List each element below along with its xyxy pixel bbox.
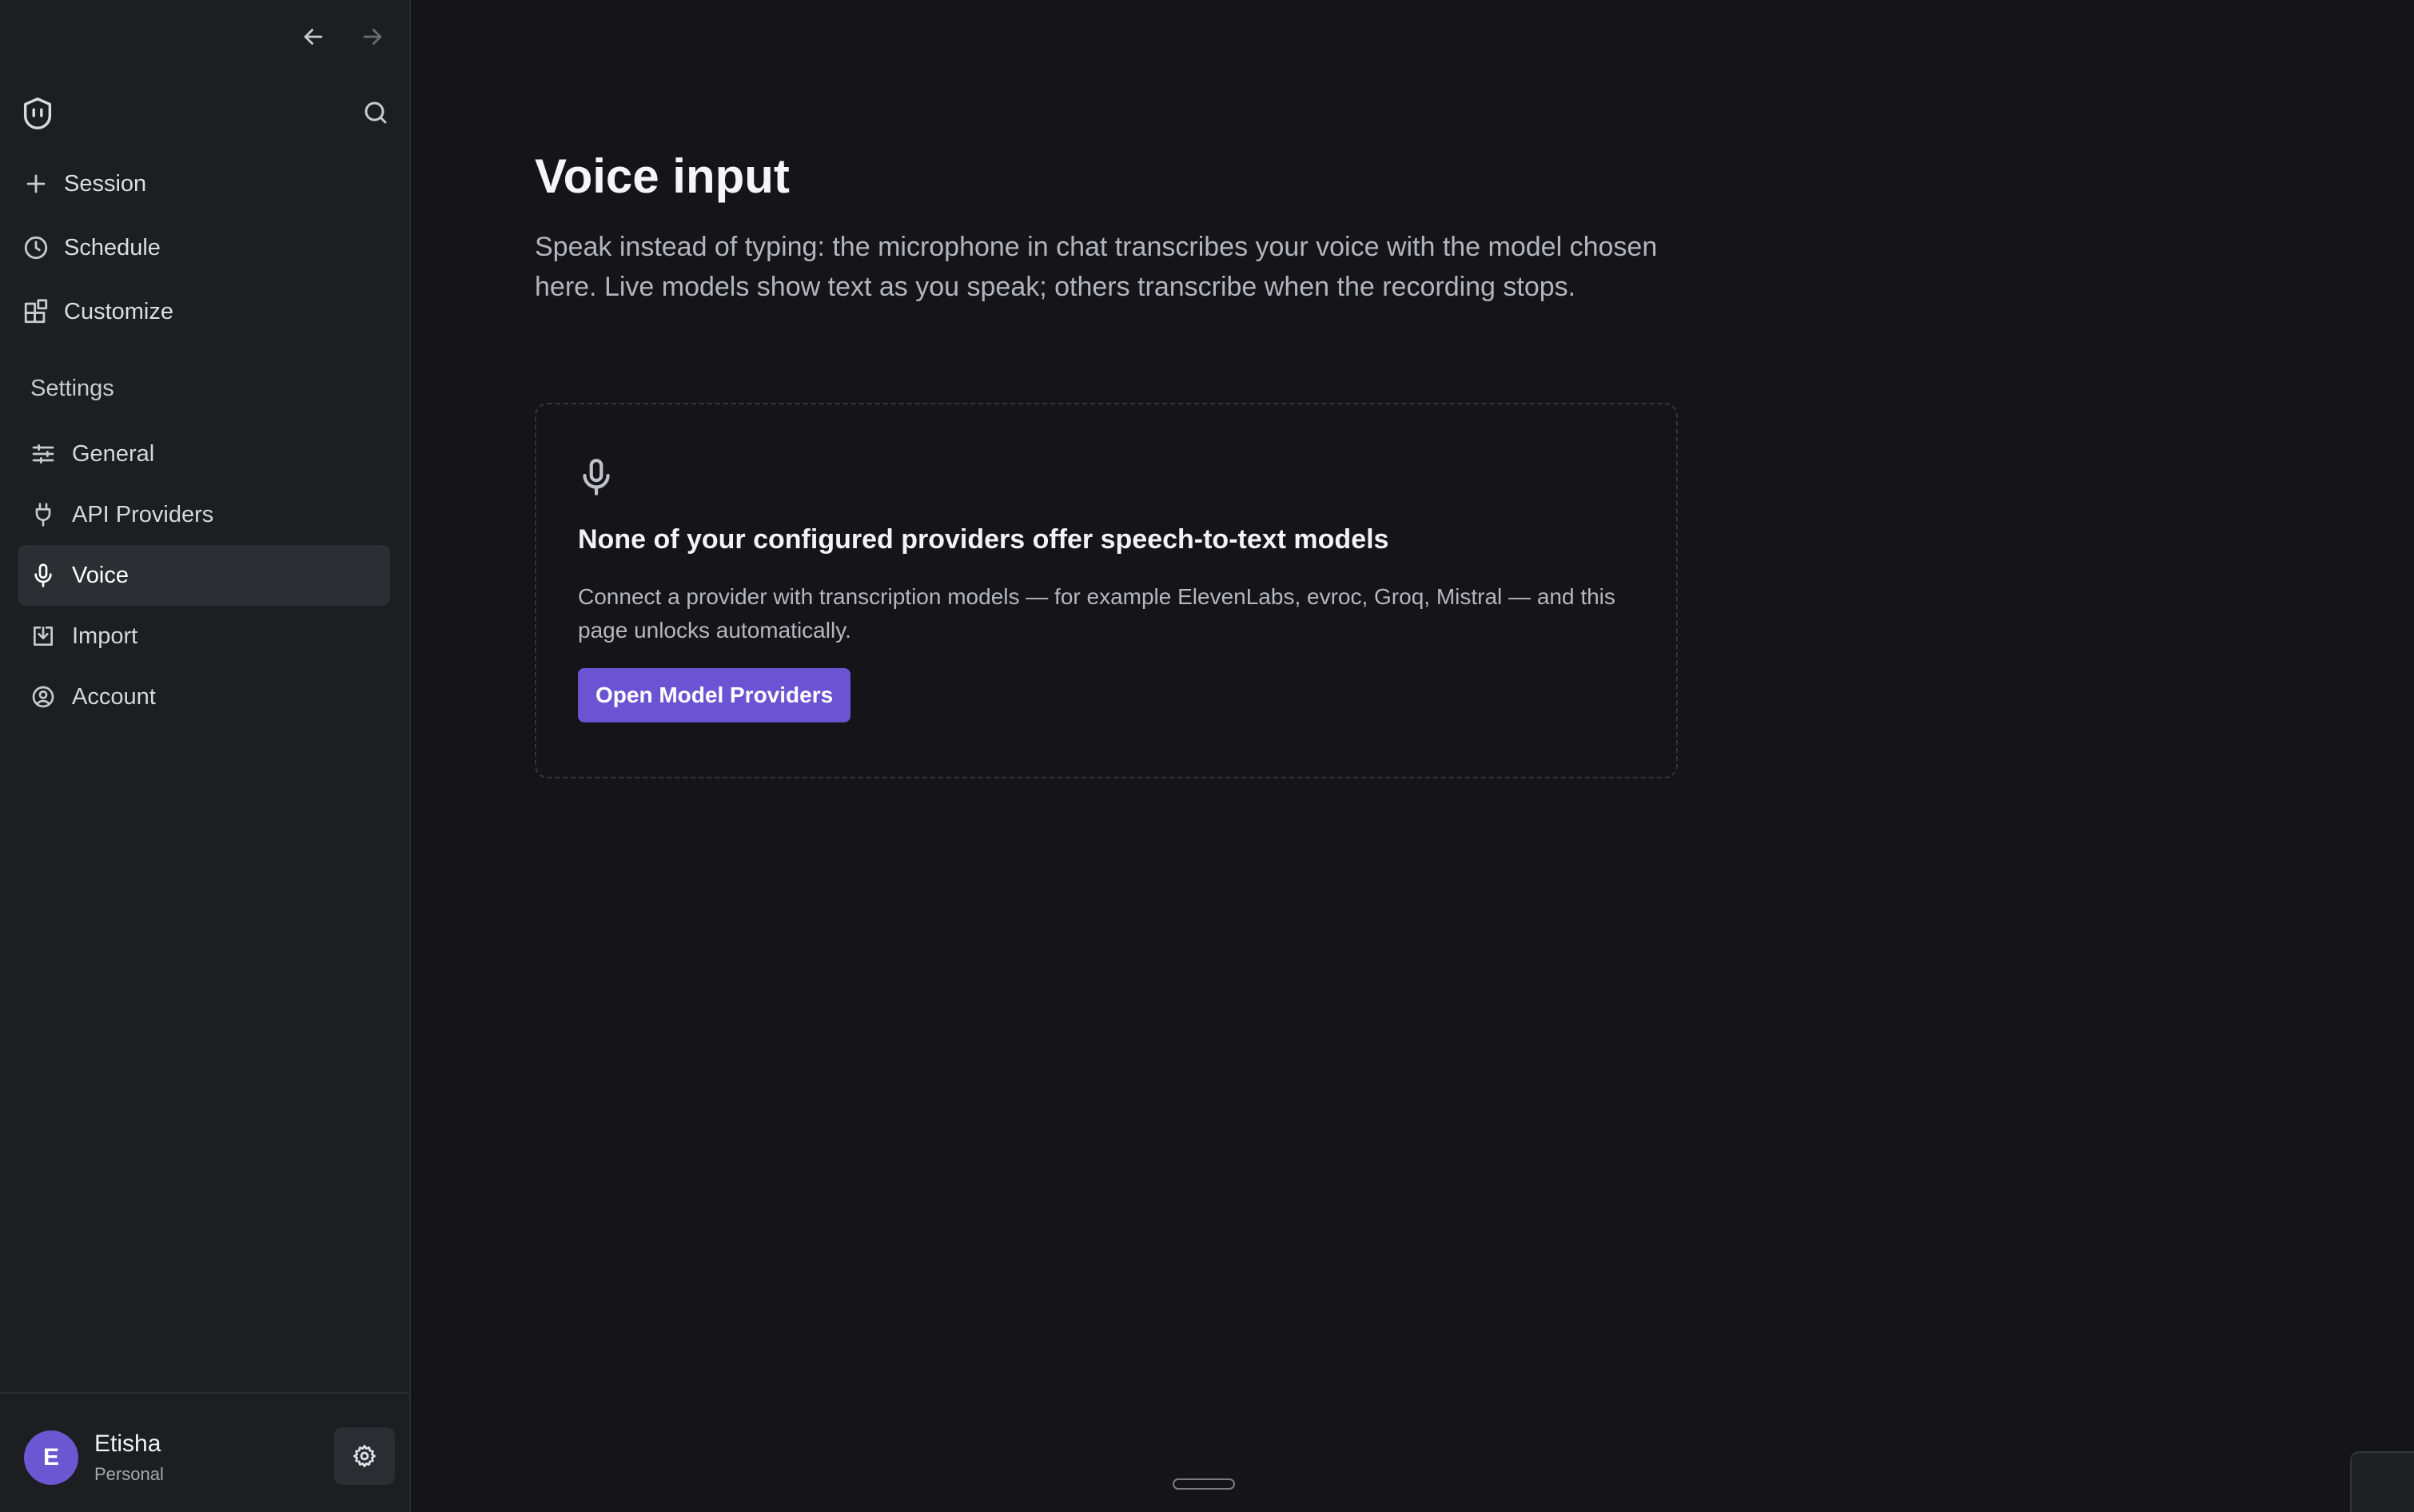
drag-handle[interactable]: [1173, 1478, 1235, 1490]
search-icon[interactable]: [361, 98, 390, 131]
settings-item-label: Voice: [72, 562, 129, 588]
plug-icon: [35, 503, 51, 527]
robot-logo-icon[interactable]: [19, 94, 56, 135]
back-arrow-icon[interactable]: [296, 19, 331, 54]
settings-item-label: General: [72, 440, 155, 467]
gear-icon: [353, 1445, 376, 1467]
user-profile: E Etisha Personal: [0, 1392, 409, 1512]
settings-item-voice[interactable]: Voice: [18, 545, 390, 606]
sidebar: Session Schedule Customize Settings Gene…: [0, 0, 411, 1512]
settings-item-general[interactable]: General: [18, 424, 390, 484]
settings-nav: General API Providers Voice Import Accou…: [18, 424, 390, 727]
empty-state-card: None of your configured providers offer …: [535, 403, 1678, 778]
history-navigation: [296, 19, 390, 54]
app-window: Session Schedule Customize Settings Gene…: [0, 0, 2414, 1512]
settings-item-label: Import: [72, 623, 138, 649]
nav-item-session[interactable]: Session: [16, 152, 390, 216]
sliders-icon: [32, 444, 54, 464]
empty-state-description: Connect a provider with transcription mo…: [578, 584, 1615, 643]
nav-item-label: Schedule: [64, 234, 161, 261]
import-icon: [34, 627, 53, 646]
settings-item-import[interactable]: Import: [18, 606, 390, 666]
settings-section-header: Settings: [30, 376, 114, 401]
microphone-icon: [34, 563, 52, 587]
settings-item-account[interactable]: Account: [18, 666, 390, 727]
user-circle-icon: [32, 686, 54, 708]
nav-item-customize[interactable]: Customize: [16, 280, 390, 344]
avatar[interactable]: E: [24, 1430, 78, 1485]
corner-panel-toggle[interactable]: [2350, 1451, 2414, 1512]
settings-item-label: Account: [72, 683, 156, 710]
user-plan: Personal: [94, 1464, 164, 1484]
page-description: Speak instead of typing: the microphone …: [535, 232, 1658, 302]
primary-nav: Session Schedule Customize: [16, 152, 390, 344]
page-title: Voice input: [535, 149, 790, 203]
settings-button[interactable]: [334, 1427, 395, 1485]
sidebar-header: [19, 94, 390, 134]
nav-item-schedule[interactable]: Schedule: [16, 216, 390, 280]
settings-item-label: API Providers: [72, 501, 214, 527]
forward-arrow-icon[interactable]: [355, 19, 390, 54]
settings-item-api-providers[interactable]: API Providers: [18, 484, 390, 545]
nav-item-label: Customize: [64, 298, 173, 324]
empty-state-title: None of your configured providers offer …: [578, 524, 1389, 555]
microphone-icon: [576, 457, 616, 501]
user-name: Etisha: [94, 1430, 161, 1457]
main-content: Voice input Speak instead of typing: the…: [411, 0, 2414, 1512]
blocks-icon: [24, 299, 48, 324]
nav-item-label: Session: [64, 170, 147, 197]
open-model-providers-button[interactable]: Open Model Providers: [578, 668, 851, 722]
plus-icon: [26, 174, 46, 193]
clock-icon: [24, 236, 48, 260]
